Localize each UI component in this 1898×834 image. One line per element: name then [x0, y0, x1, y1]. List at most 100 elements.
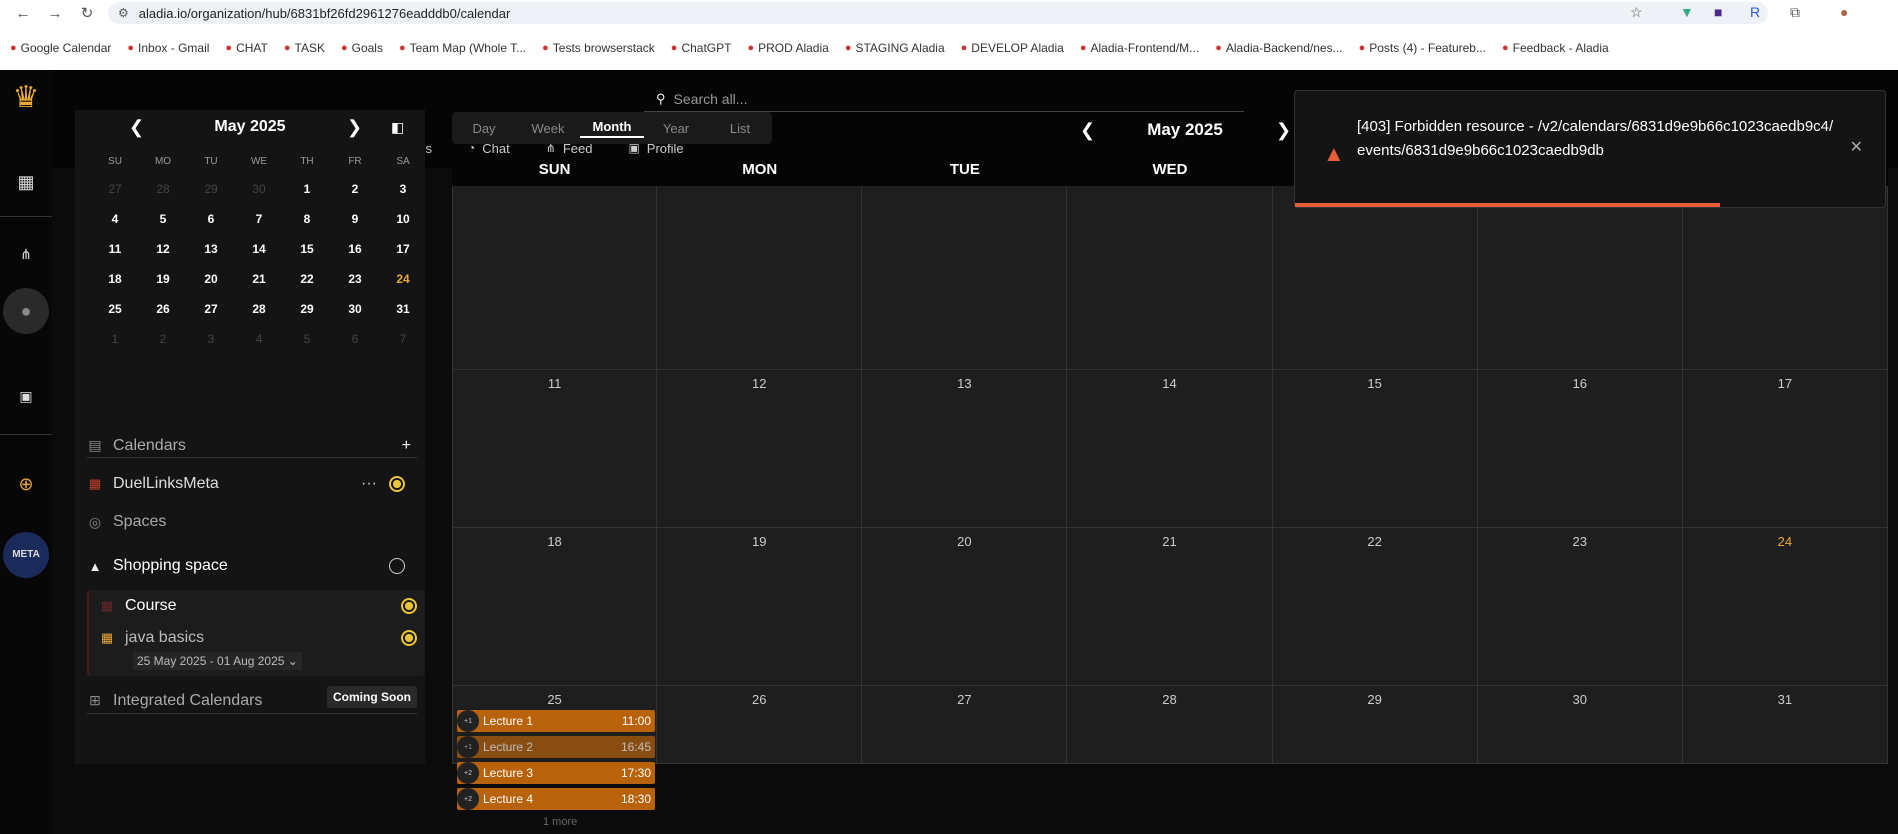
day-cell[interactable]: 19	[657, 528, 863, 686]
mini-calendar-day[interactable]: 6	[331, 324, 379, 354]
day-cell[interactable]: 13	[862, 370, 1068, 528]
day-cell[interactable]: 16	[1477, 370, 1683, 528]
more-options-icon[interactable]: ···	[361, 475, 377, 493]
bookmark-item[interactable]: ● STAGING Aladia	[845, 41, 945, 55]
bookmark-item[interactable]: ● CHAT	[225, 41, 267, 55]
extension-icon[interactable]: R	[1750, 4, 1760, 20]
share-icon[interactable]: ⋔	[0, 246, 52, 263]
site-info-icon[interactable]: ⚙	[118, 6, 129, 20]
store-icon[interactable]: ▦	[0, 172, 52, 193]
mini-calendar-day[interactable]: 27	[187, 294, 235, 324]
event-item[interactable]: +2 Lecture 3 17:30	[457, 762, 655, 784]
next-month-icon[interactable]: ❯	[1276, 120, 1291, 141]
org-avatar[interactable]: META	[0, 532, 52, 578]
reload-icon[interactable]: ↻	[78, 4, 96, 22]
bookmark-item[interactable]: ● Google Calendar	[10, 41, 111, 55]
more-events-link[interactable]: 1 more	[543, 816, 577, 828]
day-cell[interactable]	[1477, 186, 1683, 370]
bookmark-item[interactable]: ● Posts (4) - Featureb...	[1359, 41, 1486, 55]
avatar[interactable]: ●	[0, 288, 52, 334]
extension-icon[interactable]: ■	[1714, 4, 1722, 20]
calendar-item[interactable]: ▦ DuelLinksMeta ···	[87, 468, 417, 500]
bookmark-item[interactable]: ● Feedback - Aladia	[1502, 41, 1609, 55]
mini-calendar-day[interactable]: 14	[235, 234, 283, 264]
mini-calendar-day[interactable]: 29	[187, 174, 235, 204]
mini-calendar-day[interactable]: 21	[235, 264, 283, 294]
day-cell[interactable]: 12	[657, 370, 863, 528]
day-cell[interactable]: 25 +1 Lecture 1 11:00 +1 Lecture 2 16:45 +2 Lect…	[452, 686, 658, 828]
back-icon[interactable]: ←	[14, 5, 32, 22]
mini-calendar-day[interactable]: 13	[187, 234, 235, 264]
mini-calendar-day[interactable]: 8	[283, 204, 331, 234]
bookmark-item[interactable]: ● Tests browserstack	[542, 41, 655, 55]
mini-calendar-day[interactable]: 6	[187, 204, 235, 234]
mini-calendar-day[interactable]: 30	[331, 294, 379, 324]
bookmark-item[interactable]: ● Aladia-Backend/nes...	[1215, 41, 1342, 55]
day-cell[interactable]: 17	[1682, 370, 1888, 528]
mini-calendar-day[interactable]: 1	[91, 324, 139, 354]
mini-calendar-day[interactable]: 11	[91, 234, 139, 264]
mini-calendar-day[interactable]: 25	[91, 294, 139, 324]
bookmark-item[interactable]: ● Team Map (Whole T...	[399, 41, 526, 55]
day-cell[interactable]	[1272, 186, 1478, 370]
mini-calendar-day[interactable]: 27	[91, 174, 139, 204]
mini-calendar-day[interactable]: 29	[283, 294, 331, 324]
day-cell[interactable]: 15	[1272, 370, 1478, 528]
bookmark-item[interactable]: ● TASK	[284, 41, 325, 55]
event-item[interactable]: +2 Lecture 4 18:30	[457, 788, 655, 810]
mini-calendar-day[interactable]: 28	[139, 174, 187, 204]
mini-calendar-day[interactable]: 5	[139, 204, 187, 234]
mini-calendar-day[interactable]: 7	[379, 324, 427, 354]
add-calendar-button[interactable]: +	[402, 437, 411, 455]
course-item[interactable]: ▦ Course	[99, 590, 429, 622]
mini-calendar-day[interactable]: 16	[331, 234, 379, 264]
mini-calendar-day[interactable]: 4	[235, 324, 283, 354]
mini-calendar-day[interactable]: 24	[379, 264, 427, 294]
close-icon[interactable]: ✕	[1850, 137, 1863, 157]
view-month-button[interactable]: Month	[580, 119, 644, 138]
course-date-range[interactable]: 25 May 2025 - 01 Aug 2025 ⌄	[133, 652, 302, 670]
day-cell[interactable]: 30	[1477, 686, 1683, 764]
view-week-button[interactable]: Week	[516, 121, 580, 136]
day-cell[interactable]: 28	[1067, 686, 1273, 764]
avatar[interactable]: ●	[1840, 4, 1848, 20]
bookmark-star-icon[interactable]: ☆	[1630, 4, 1643, 21]
day-cell[interactable]	[1067, 186, 1273, 370]
add-icon[interactable]: ⊕	[0, 474, 52, 495]
mini-calendar-day[interactable]: 4	[91, 204, 139, 234]
space-toggle[interactable]	[389, 558, 405, 574]
mini-calendar-day[interactable]: 3	[187, 324, 235, 354]
bookmark-item[interactable]: ● Inbox - Gmail	[127, 41, 209, 55]
day-cell[interactable]	[657, 186, 863, 370]
day-cell[interactable]: 24	[1682, 528, 1888, 686]
extensions-puzzle-icon[interactable]: ⧉	[1790, 4, 1800, 21]
mini-calendar-day[interactable]: 5	[283, 324, 331, 354]
sidebar-toggle-icon[interactable]: ◧	[391, 119, 404, 136]
mini-calendar-day[interactable]: 31	[379, 294, 427, 324]
day-cell[interactable]	[1682, 186, 1888, 370]
event-item[interactable]: +1 Lecture 2 16:45	[457, 736, 655, 758]
course-sub-item[interactable]: ▦ java basics	[99, 622, 429, 654]
day-cell[interactable]: 18	[452, 528, 658, 686]
day-cell[interactable]: 29	[1272, 686, 1478, 764]
mini-calendar-day[interactable]: 9	[331, 204, 379, 234]
mini-calendar-day[interactable]: 7	[235, 204, 283, 234]
bookmark-item[interactable]: ● PROD Aladia	[747, 41, 828, 55]
event-item[interactable]: +1 Lecture 1 11:00	[457, 710, 655, 732]
mini-calendar-day[interactable]: 2	[331, 174, 379, 204]
day-cell[interactable]: 31	[1682, 686, 1888, 764]
logo-icon[interactable]: ♛	[0, 80, 52, 115]
day-cell[interactable]: 14	[1067, 370, 1273, 528]
course-sub-toggle[interactable]	[401, 630, 417, 646]
view-year-button[interactable]: Year	[644, 121, 708, 136]
mini-calendar-day[interactable]: 12	[139, 234, 187, 264]
day-cell[interactable]: 22	[1272, 528, 1478, 686]
day-cell[interactable]: 11	[452, 370, 658, 528]
mini-calendar-day[interactable]: 26	[139, 294, 187, 324]
extension-icon[interactable]: ▼	[1680, 4, 1694, 20]
bookmark-item[interactable]: ● Goals	[341, 41, 383, 55]
mini-calendar-day[interactable]: 22	[283, 264, 331, 294]
space-icon[interactable]: ▣	[0, 388, 52, 405]
day-cell[interactable]: 27	[862, 686, 1068, 764]
mini-calendar-day[interactable]: 2	[139, 324, 187, 354]
